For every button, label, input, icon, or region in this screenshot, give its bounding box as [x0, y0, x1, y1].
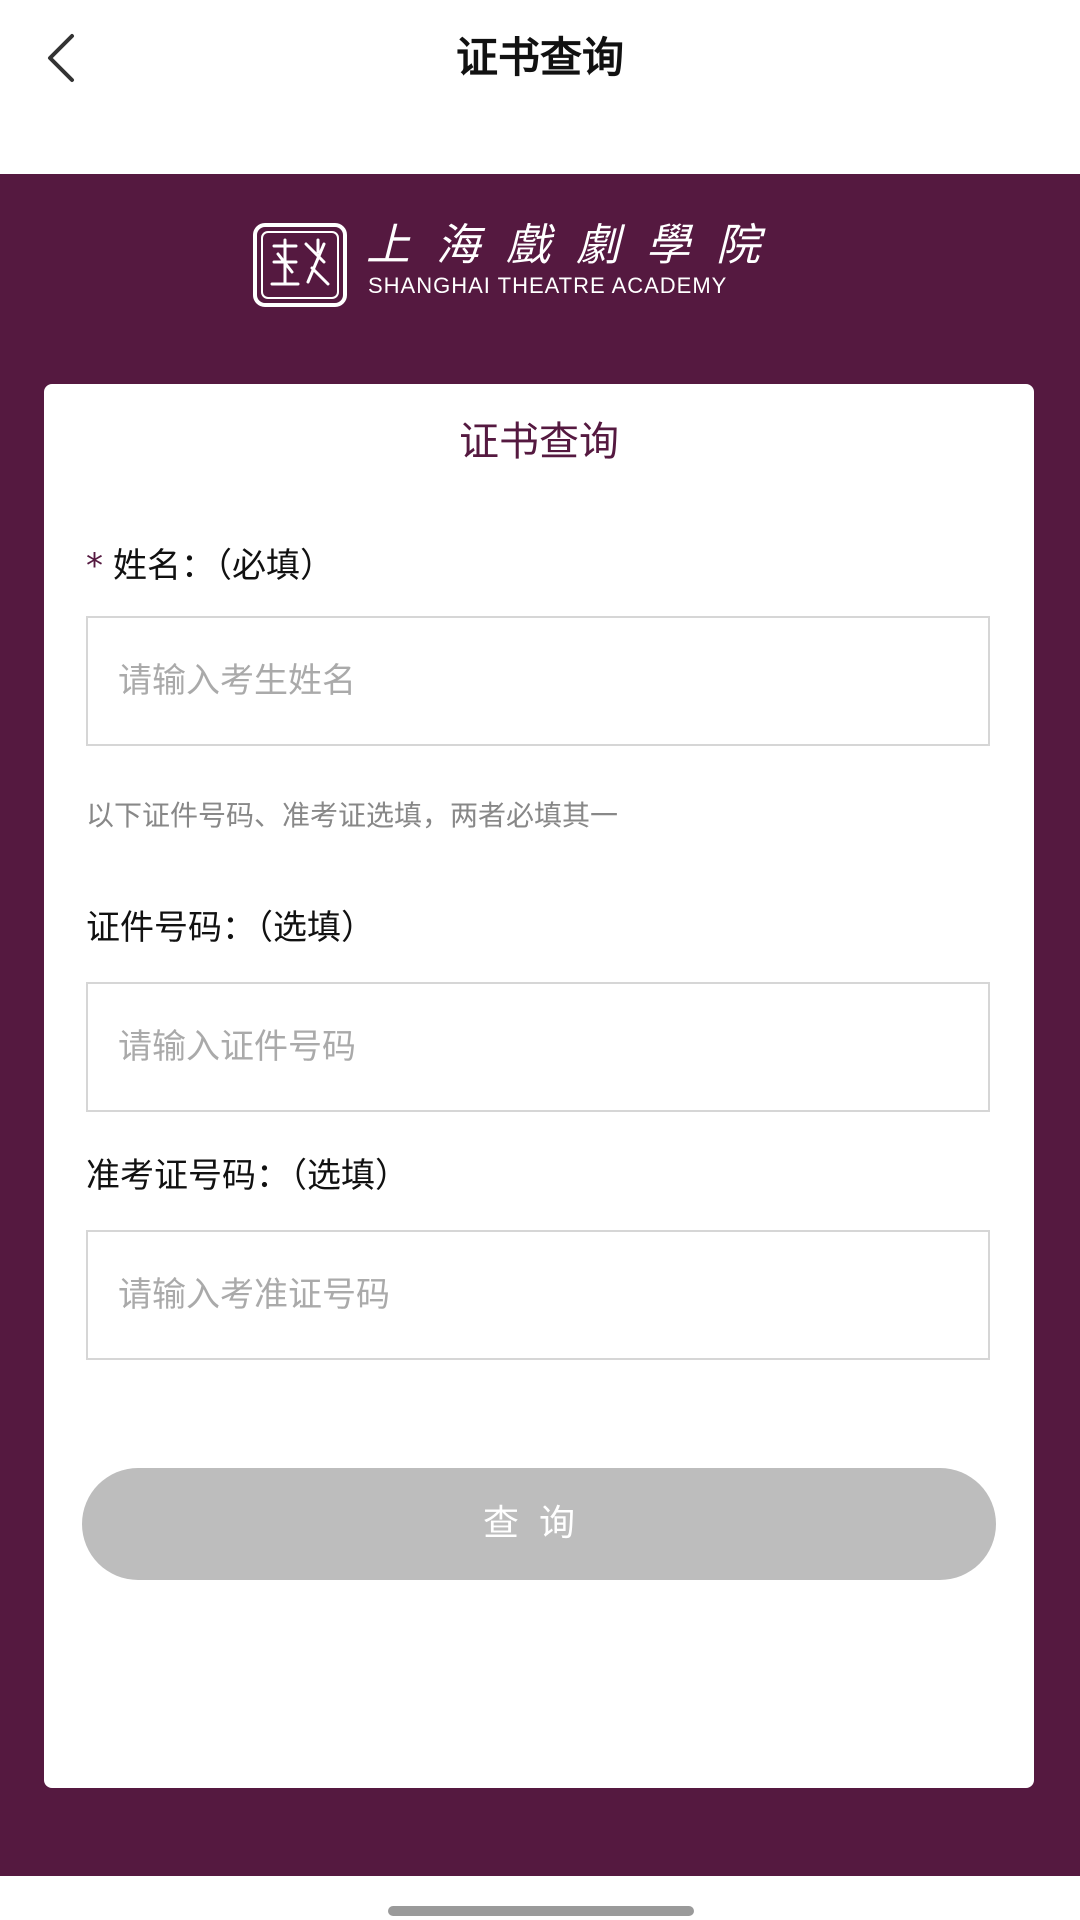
id-number-field-label: 证件号码：（选填） [86, 908, 375, 948]
name-input-box [86, 616, 990, 746]
query-button[interactable]: 查询 [82, 1468, 996, 1580]
bottom-safe-area [0, 1876, 1080, 1920]
name-label-text: 姓名：（必填） [113, 546, 334, 586]
id-hint-text: 以下证件号码、准考证选填，两者必填其一 [86, 799, 619, 832]
id-number-input-box [86, 982, 990, 1112]
id-number-input[interactable] [88, 984, 988, 1110]
query-form-card: 证书查询 *姓名：（必填） 以下证件号码、准考证选填，两者必填其一 证件号码：（… [44, 384, 1034, 1788]
academy-logo: 上海戲劇學院 SHANGHAI THEATRE ACADEMY [252, 220, 832, 312]
home-indicator[interactable] [388, 1906, 694, 1916]
required-marker: * [86, 546, 103, 586]
ticket-number-input[interactable] [88, 1232, 988, 1358]
logo-english-name: SHANGHAI THEATRE ACADEMY [368, 273, 728, 298]
name-field-label: * 姓名：（必填） [86, 542, 334, 590]
logo-chinese-name: 上海戲劇學院 [366, 220, 786, 271]
main-background: 上海戲劇學院 SHANGHAI THEATRE ACADEMY 证书查询 * 姓名… [0, 174, 1080, 1876]
page-title: 证书查询 [455, 33, 624, 82]
certificate-query-screen: 证书查询 上海戲劇學院 SHANGHAI THEATRE ACADEMY 证书查… [0, 0, 1080, 1920]
top-nav-bar: 证书查询 [0, 0, 1080, 174]
ticket-number-input-box [86, 1230, 990, 1360]
ticket-number-field-label: 准考证号码：（选填） [86, 1156, 409, 1196]
form-title: 证书查询 [459, 419, 619, 465]
name-input[interactable] [88, 618, 988, 744]
academy-seal-icon [253, 223, 347, 307]
